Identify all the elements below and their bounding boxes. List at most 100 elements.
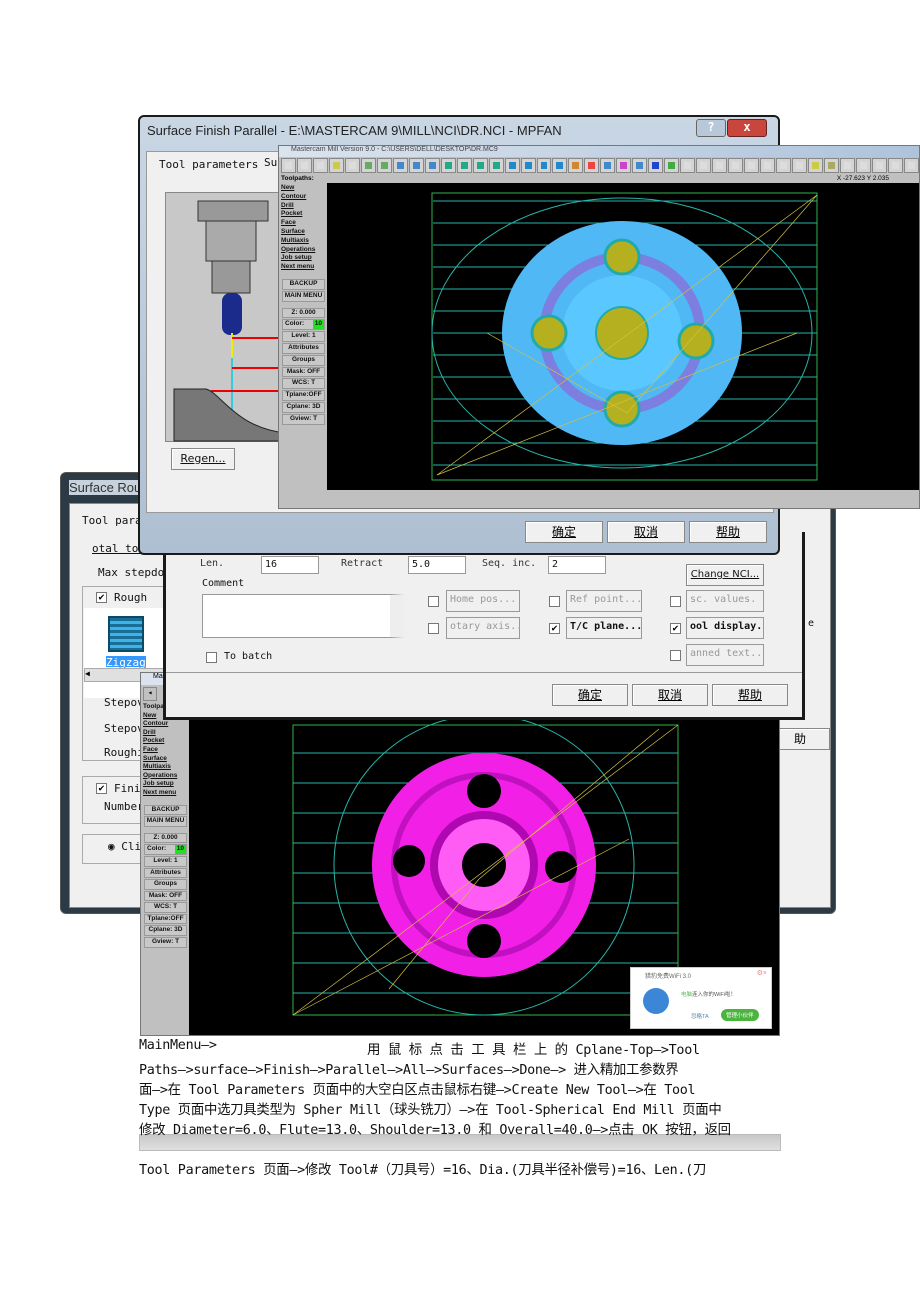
tab-tool-parameters[interactable]: Tool parameters bbox=[159, 158, 258, 171]
comment-textarea[interactable] bbox=[202, 594, 404, 638]
menu-item-job-setup[interactable]: Job setup bbox=[281, 254, 326, 263]
toolbar-button-icon[interactable] bbox=[712, 158, 728, 173]
toolbar-button-icon[interactable] bbox=[600, 158, 616, 173]
menu-item-multiaxis[interactable]: Multiaxis bbox=[143, 763, 188, 772]
toolbar-button-icon[interactable] bbox=[504, 158, 520, 173]
toolbar-button-icon[interactable] bbox=[456, 158, 472, 173]
toolbar-button-icon[interactable] bbox=[648, 158, 664, 173]
main-menu-button[interactable]: MAIN MENU bbox=[144, 816, 187, 827]
back-arrow-button[interactable]: ◂ bbox=[143, 687, 157, 701]
tab-surface-parameters[interactable]: Su bbox=[264, 156, 277, 169]
level-button[interactable]: Level: 1 bbox=[144, 855, 187, 867]
toolbar-button-icon[interactable] bbox=[408, 158, 424, 173]
menu-item-face[interactable]: Face bbox=[281, 219, 326, 228]
help-title-button[interactable]: ? bbox=[696, 119, 726, 137]
toolbar-button-icon[interactable] bbox=[776, 158, 791, 173]
cancel-button[interactable]: 取消 bbox=[607, 521, 685, 543]
home-pos-checkbox[interactable] bbox=[428, 596, 439, 607]
toolbar-button-icon[interactable] bbox=[281, 158, 296, 173]
toolbar-button-icon[interactable] bbox=[807, 158, 823, 173]
ref-point-checkbox[interactable] bbox=[549, 596, 560, 607]
toolbar-button-icon[interactable] bbox=[664, 158, 680, 173]
toolbar-button-icon[interactable] bbox=[903, 158, 919, 173]
toolbar-button-icon[interactable] bbox=[887, 158, 903, 173]
toolbar-button-icon[interactable] bbox=[568, 158, 584, 173]
retract-input[interactable]: 5.0 bbox=[408, 556, 466, 574]
tool-display-button[interactable]: ool display.. bbox=[686, 617, 764, 639]
tc-plane-checkbox[interactable]: ✔ bbox=[549, 623, 560, 634]
toolbar-button-icon[interactable] bbox=[536, 158, 552, 173]
ok-button[interactable]: 确定 bbox=[525, 521, 603, 543]
menu-item-next-menu[interactable]: Next menu bbox=[143, 789, 188, 798]
toolbar-button-icon[interactable] bbox=[328, 158, 344, 173]
toolbar-button-icon[interactable] bbox=[520, 158, 536, 173]
rotary-axis-button[interactable]: otary axis.. bbox=[446, 617, 520, 639]
seq-inc-input[interactable]: 2 bbox=[548, 556, 606, 574]
canned-text-checkbox[interactable] bbox=[670, 650, 681, 661]
toolbar-button-icon[interactable] bbox=[823, 158, 839, 173]
toolbar-button-icon[interactable] bbox=[792, 158, 807, 173]
menu-item-multiaxis[interactable]: Multiaxis bbox=[281, 237, 326, 246]
color-button[interactable]: Color: 10 bbox=[282, 319, 325, 331]
len-input[interactable]: 16 bbox=[261, 556, 319, 574]
menu-item-drill[interactable]: Drill bbox=[143, 729, 188, 738]
ignore-link[interactable]: 忽略TA bbox=[691, 1012, 709, 1020]
z-button[interactable]: Z: 0.000 bbox=[282, 307, 325, 319]
wifi-popup-close-icon[interactable]: ⚙× bbox=[757, 969, 767, 977]
menu-item-contour[interactable]: Contour bbox=[143, 720, 188, 729]
toolbar-button-icon[interactable] bbox=[552, 158, 568, 173]
backup-button[interactable]: BACKUP bbox=[282, 278, 325, 290]
home-pos-button[interactable]: Home pos... bbox=[446, 590, 520, 612]
toolbar-button-icon[interactable] bbox=[392, 158, 408, 173]
rough-checkbox[interactable]: ✔ bbox=[96, 592, 107, 603]
toolbar-button-icon[interactable] bbox=[312, 158, 328, 173]
mask-button[interactable]: Mask: OFF bbox=[282, 366, 325, 378]
manage-button[interactable]: 管理小伙伴 bbox=[721, 1009, 759, 1021]
toolbar-button-icon[interactable] bbox=[744, 158, 760, 173]
menu-item-new[interactable]: New bbox=[281, 184, 326, 193]
toolbar-button-icon[interactable] bbox=[616, 158, 632, 173]
main-menu-button[interactable]: MAIN MENU bbox=[282, 290, 325, 302]
backup-button[interactable]: BACKUP bbox=[144, 804, 187, 816]
toolbar-button-icon[interactable] bbox=[296, 158, 312, 173]
menu-item-surface[interactable]: Surface bbox=[281, 228, 326, 237]
misc-values-checkbox[interactable] bbox=[670, 596, 681, 607]
toolbar-button-icon[interactable] bbox=[584, 158, 600, 173]
toolbar-button-icon[interactable] bbox=[344, 158, 360, 173]
menu-item-face[interactable]: Face bbox=[143, 746, 188, 755]
toolbar-button-icon[interactable] bbox=[440, 158, 456, 173]
regen-button[interactable]: Regen... bbox=[171, 448, 235, 470]
menu-item-operations[interactable]: Operations bbox=[143, 772, 188, 781]
toolbar-button-icon[interactable] bbox=[855, 158, 871, 173]
menu-item-pocket[interactable]: Pocket bbox=[143, 737, 188, 746]
toolbar-button-icon[interactable] bbox=[632, 158, 648, 173]
groups-button[interactable]: Groups bbox=[144, 879, 187, 890]
toolbar-button-icon[interactable] bbox=[696, 158, 712, 173]
canned-text-button[interactable]: anned text.. bbox=[686, 644, 764, 666]
toolbar-button-icon[interactable] bbox=[839, 158, 855, 173]
cancel-button[interactable]: 取消 bbox=[632, 684, 708, 706]
menu-item-pocket[interactable]: Pocket bbox=[281, 210, 326, 219]
help-button[interactable]: 帮助 bbox=[689, 521, 767, 543]
wcs-button[interactable]: WCS: T bbox=[282, 378, 325, 390]
toolbar-button-icon[interactable] bbox=[488, 158, 504, 173]
toolbar-button-icon[interactable] bbox=[760, 158, 776, 173]
wcs-button[interactable]: WCS: T bbox=[144, 902, 187, 913]
menu-item-next-menu[interactable]: Next menu bbox=[281, 263, 326, 272]
color-button[interactable]: Color: 10 bbox=[144, 844, 187, 855]
change-nci-button[interactable]: Change NCI... bbox=[686, 564, 764, 586]
gview-button[interactable]: Gview: T bbox=[144, 937, 187, 948]
misc-values-button[interactable]: sc. values. bbox=[686, 590, 764, 612]
toolbar-button-icon[interactable] bbox=[376, 158, 392, 173]
menu-item-surface[interactable]: Surface bbox=[143, 755, 188, 764]
graphics-viewport-top[interactable] bbox=[327, 183, 919, 490]
toolbar-button-icon[interactable] bbox=[728, 158, 744, 173]
toolbar-button-icon[interactable] bbox=[871, 158, 887, 173]
zigzag-icon[interactable] bbox=[108, 616, 144, 652]
tplane-button[interactable]: Tplane:OFF bbox=[144, 913, 187, 925]
toolbar-button-icon[interactable] bbox=[472, 158, 488, 173]
ok-button[interactable]: 确定 bbox=[552, 684, 628, 706]
toolbar-button-icon[interactable] bbox=[680, 158, 696, 173]
finish-checkbox[interactable]: ✔ bbox=[96, 783, 107, 794]
cplane-button[interactable]: Cplane: 3D bbox=[282, 401, 325, 413]
